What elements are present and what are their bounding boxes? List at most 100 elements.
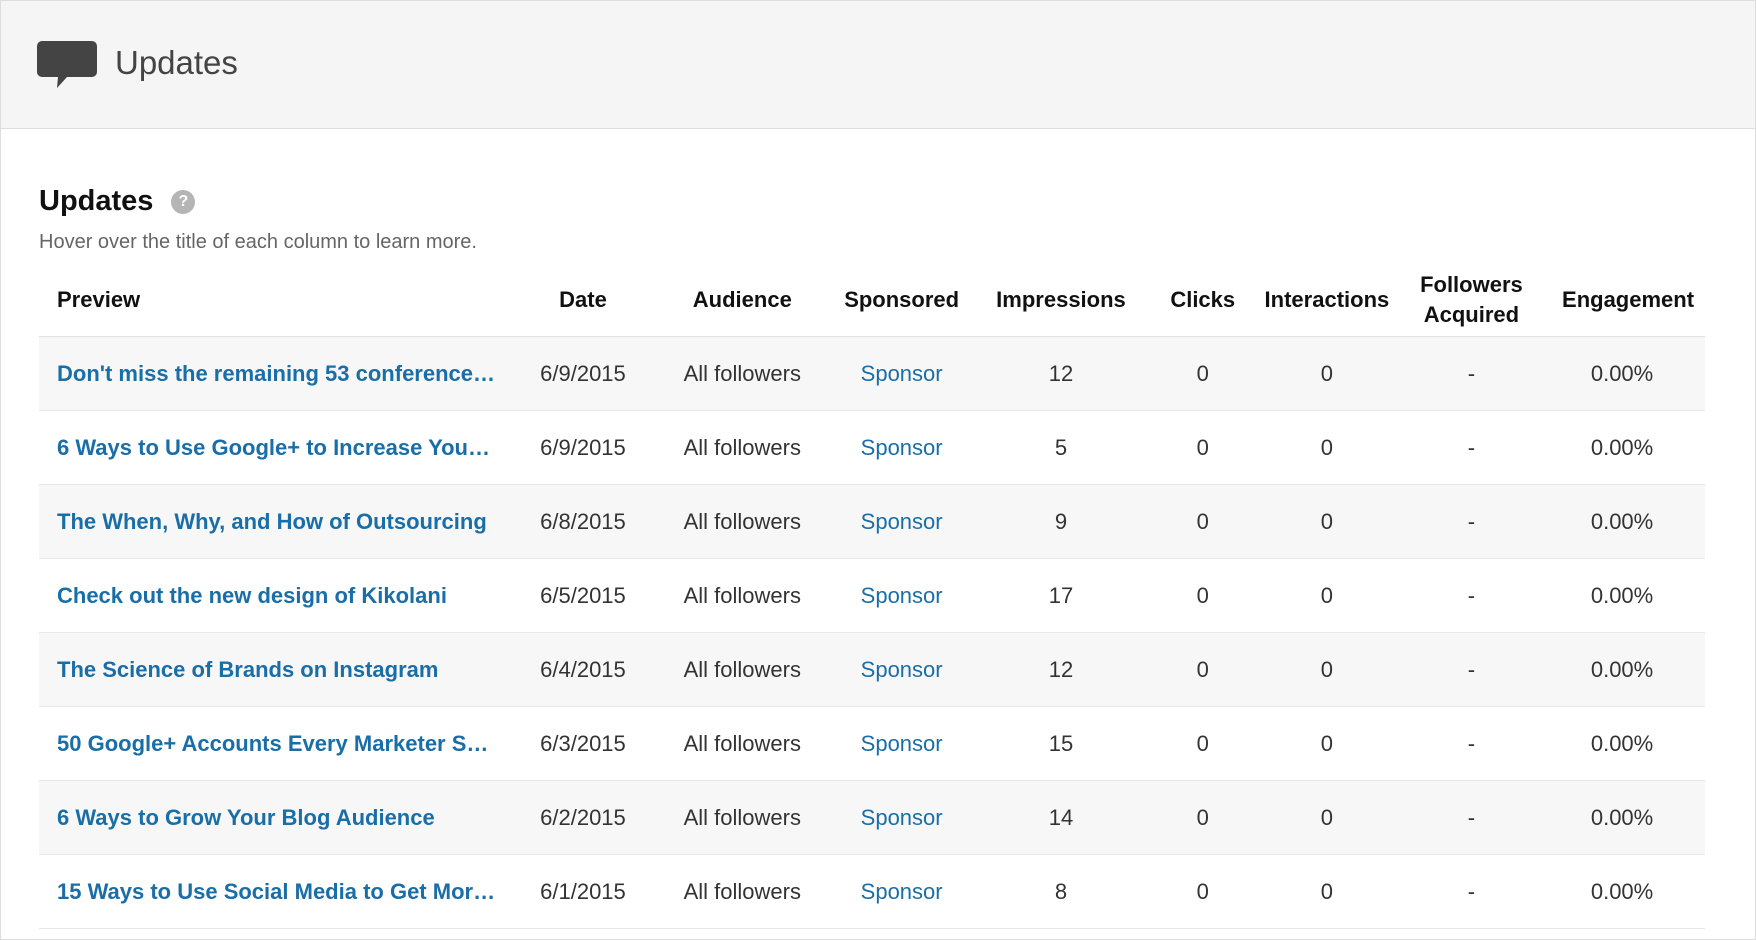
cell-audience: All followers	[659, 854, 825, 929]
followers-acquired-line2: Acquired	[1423, 302, 1520, 327]
update-preview-link[interactable]: The When, Why, and How of Outsourcing	[57, 509, 498, 535]
column-header-audience[interactable]: Audience	[659, 264, 825, 337]
sponsor-link[interactable]: Sponsor	[861, 583, 943, 608]
table-body: Don't miss the remaining 53 conference s…	[39, 336, 1705, 929]
column-header-followers-acquired[interactable]: Followers Acquired	[1391, 264, 1552, 337]
update-preview-link[interactable]: The Science of Brands on Instagram	[57, 657, 498, 683]
sponsor-link[interactable]: Sponsor	[861, 879, 943, 904]
cell-sponsored: Sponsor	[824, 854, 979, 929]
cell-clicks: 0	[1143, 558, 1263, 633]
cell-date: 6/1/2015	[506, 854, 660, 929]
cell-interactions: 0	[1262, 780, 1392, 855]
cell-engagement: 0.00%	[1551, 336, 1705, 411]
update-preview-link[interactable]: 6 Ways to Grow Your Blog Audience	[57, 805, 498, 831]
cell-date: 6/3/2015	[506, 706, 660, 781]
speech-bubble-icon	[37, 40, 97, 88]
cell-clicks: 0	[1143, 780, 1263, 855]
column-header-interactions[interactable]: Interactions	[1262, 264, 1392, 337]
sponsor-link[interactable]: Sponsor	[861, 731, 943, 756]
cell-interactions: 0	[1262, 410, 1392, 485]
cell-sponsored: Sponsor	[824, 484, 979, 559]
cell-impressions: 5	[978, 410, 1144, 485]
table-header-row: Preview Date Audience Sponsored Impressi…	[39, 264, 1705, 337]
cell-clicks: 0	[1143, 706, 1263, 781]
cell-clicks: 0	[1143, 632, 1263, 707]
cell-followers-acquired: -	[1391, 854, 1552, 929]
cell-followers-acquired: -	[1391, 632, 1552, 707]
cell-interactions: 0	[1262, 484, 1392, 559]
cell-engagement: 0.00%	[1551, 410, 1705, 485]
help-icon[interactable]: ?	[171, 190, 196, 214]
cell-impressions: 8	[978, 854, 1144, 929]
cell-preview: Don't miss the remaining 53 conference s…	[39, 336, 507, 411]
section-heading: Updates ?	[39, 183, 1755, 219]
cell-followers-acquired: -	[1391, 706, 1552, 781]
column-header-sponsored[interactable]: Sponsored	[824, 264, 979, 337]
cell-audience: All followers	[659, 336, 825, 411]
cell-engagement: 0.00%	[1551, 854, 1705, 929]
cell-clicks: 0	[1143, 484, 1263, 559]
cell-preview: 50 Google+ Accounts Every Marketer Shoul…	[39, 706, 507, 781]
cell-followers-acquired: -	[1391, 558, 1552, 633]
followers-acquired-line1: Followers	[1420, 272, 1523, 297]
cell-sponsored: Sponsor	[824, 410, 979, 485]
cell-preview: 6 Ways to Use Google+ to Increase Your R…	[39, 410, 507, 485]
update-preview-link[interactable]: Check out the new design of Kikolani	[57, 583, 498, 609]
cell-interactions: 0	[1262, 558, 1392, 633]
cell-impressions: 17	[978, 558, 1144, 633]
cell-audience: All followers	[659, 632, 825, 707]
column-header-clicks[interactable]: Clicks	[1143, 264, 1263, 337]
cell-interactions: 0	[1262, 706, 1392, 781]
cell-impressions: 14	[978, 780, 1144, 855]
cell-preview: 6 Ways to Grow Your Blog Audience	[39, 780, 507, 855]
cell-date: 6/9/2015	[506, 336, 660, 411]
cell-engagement: 0.00%	[1551, 780, 1705, 855]
cell-preview: 15 Ways to Use Social Media to Get More …	[39, 854, 507, 929]
cell-audience: All followers	[659, 558, 825, 633]
cell-impressions: 12	[978, 632, 1144, 707]
sponsor-link[interactable]: Sponsor	[861, 805, 943, 830]
table-row: Check out the new design of Kikolani 6/5…	[39, 558, 1705, 633]
cell-sponsored: Sponsor	[824, 558, 979, 633]
cell-interactions: 0	[1262, 336, 1392, 411]
cell-followers-acquired: -	[1391, 484, 1552, 559]
update-preview-link[interactable]: 15 Ways to Use Social Media to Get More …	[57, 879, 498, 905]
table-row: 6 Ways to Grow Your Blog Audience 6/2/20…	[39, 780, 1705, 855]
cell-audience: All followers	[659, 410, 825, 485]
table-row: The When, Why, and How of Outsourcing 6/…	[39, 484, 1705, 559]
column-header-engagement[interactable]: Engagement	[1551, 264, 1705, 337]
cell-followers-acquired: -	[1391, 780, 1552, 855]
column-header-date[interactable]: Date	[506, 264, 660, 337]
cell-date: 6/5/2015	[506, 558, 660, 633]
cell-engagement: 0.00%	[1551, 484, 1705, 559]
cell-impressions: 12	[978, 336, 1144, 411]
update-preview-link[interactable]: 50 Google+ Accounts Every Marketer Shoul…	[57, 731, 498, 757]
sponsor-link[interactable]: Sponsor	[861, 509, 943, 534]
section-subtitle: Hover over the title of each column to l…	[39, 231, 477, 253]
cell-sponsored: Sponsor	[824, 336, 979, 411]
sponsor-link[interactable]: Sponsor	[861, 657, 943, 682]
column-header-preview[interactable]: Preview	[39, 264, 507, 337]
table-row: 6 Ways to Use Google+ to Increase Your R…	[39, 410, 1705, 485]
cell-preview: Check out the new design of Kikolani	[39, 558, 507, 633]
panel-header-title: Updates	[115, 43, 238, 81]
cell-engagement: 0.00%	[1551, 706, 1705, 781]
table-row: Don't miss the remaining 53 conference s…	[39, 336, 1705, 411]
cell-audience: All followers	[659, 780, 825, 855]
update-preview-link[interactable]: Don't miss the remaining 53 conference s…	[57, 361, 498, 387]
updates-table: Preview Date Audience Sponsored Impressi…	[39, 264, 1705, 929]
cell-sponsored: Sponsor	[824, 632, 979, 707]
cell-audience: All followers	[659, 484, 825, 559]
cell-interactions: 0	[1262, 854, 1392, 929]
cell-date: 6/9/2015	[506, 410, 660, 485]
table-row: 15 Ways to Use Social Media to Get More …	[39, 854, 1705, 929]
column-header-impressions[interactable]: Impressions	[978, 264, 1144, 337]
sponsor-link[interactable]: Sponsor	[861, 361, 943, 386]
update-preview-link[interactable]: 6 Ways to Use Google+ to Increase Your R…	[57, 435, 498, 461]
cell-date: 6/4/2015	[506, 632, 660, 707]
sponsor-link[interactable]: Sponsor	[861, 435, 943, 460]
cell-impressions: 9	[978, 484, 1144, 559]
cell-engagement: 0.00%	[1551, 558, 1705, 633]
cell-audience: All followers	[659, 706, 825, 781]
table-row: The Science of Brands on Instagram 6/4/2…	[39, 632, 1705, 707]
